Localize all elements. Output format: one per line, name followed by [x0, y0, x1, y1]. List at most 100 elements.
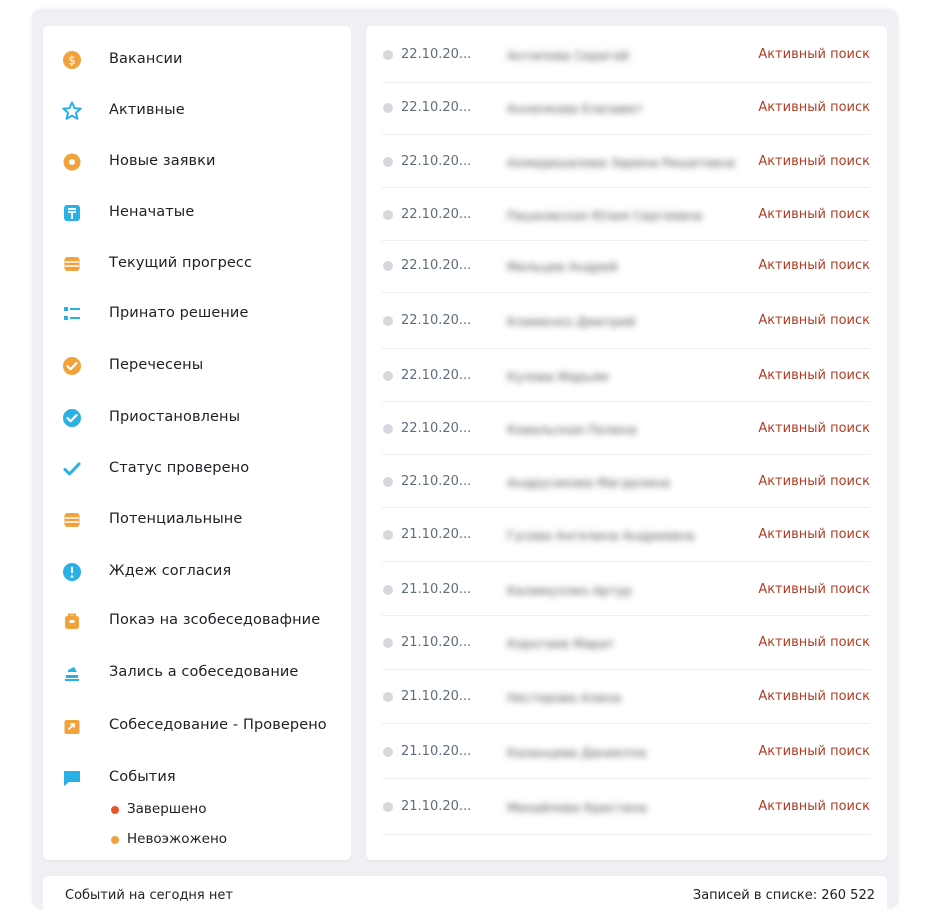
row-status: Активный поиск: [758, 100, 870, 115]
status-dot: [383, 692, 393, 702]
sidebar-subitem-impossible[interactable]: Невоэжожено: [43, 828, 351, 852]
list-item[interactable]: 21.10.20... Казанцева Даниелла Активный …: [382, 724, 870, 779]
sidebar-item-vacancies[interactable]: $ Вакансии: [43, 40, 351, 80]
status-dot: [383, 477, 393, 487]
row-date: 22.10.20...: [401, 368, 472, 383]
sidebar-item-label: Перечесены: [109, 357, 204, 373]
sidebar-item-label: События: [109, 769, 176, 785]
row-status: Активный поиск: [758, 421, 870, 436]
sidebar-item-decision-made[interactable]: Принато решение: [43, 294, 351, 334]
svg-text:$: $: [68, 54, 76, 68]
row-status: Активный поиск: [758, 258, 870, 273]
row-date: 21.10.20...: [401, 582, 472, 597]
row-status: Активный поиск: [758, 527, 870, 542]
sidebar-item-new-requests[interactable]: Новые заявки: [43, 142, 351, 182]
sidebar-item-paused[interactable]: Приостановлены: [43, 398, 351, 438]
status-dot: [111, 806, 119, 814]
check-circle-icon: [62, 356, 82, 376]
row-date: 22.10.20...: [401, 313, 472, 328]
row-status: Активный поиск: [758, 154, 870, 169]
row-status: Активный поиск: [758, 744, 870, 759]
status-dot: [383, 157, 393, 167]
sidebar-item-label: Собеседование - Проверено: [109, 717, 327, 733]
list-icon: [62, 304, 82, 324]
row-name: Андрусикова Магдалина: [507, 475, 671, 490]
row-status: Активный поиск: [758, 313, 870, 328]
checkmark-icon: [62, 459, 82, 479]
row-status: Активный поиск: [758, 799, 870, 814]
check-badge-icon: [62, 408, 82, 428]
sidebar-item-potential[interactable]: Потенциальныне: [43, 500, 351, 540]
sidebar-item-label: Потенциальныне: [109, 511, 243, 527]
status-dot: [383, 747, 393, 757]
row-date: 22.10.20...: [401, 100, 472, 115]
list-item[interactable]: 22.10.20... Кулова Марьям Активный поиск: [382, 349, 870, 402]
sidebar-item-label: Статус проверено: [109, 460, 250, 476]
sidebar-item-label: Текущий прогресс: [109, 255, 253, 271]
row-name: Анненкова Елизавет: [507, 101, 643, 116]
sidebar-item-not-started[interactable]: Неначатые: [43, 193, 351, 233]
row-date: 21.10.20...: [401, 527, 472, 542]
row-name: Ахмадишалова Зарина Ришатовна: [507, 155, 735, 170]
list-item[interactable]: 21.10.20... Гусева Ангелина Андреевна Ак…: [382, 508, 870, 562]
list-item[interactable]: 22.10.20... Ахмадишалова Зарина Ришатовн…: [382, 135, 870, 188]
row-status: Активный поиск: [758, 368, 870, 383]
coin-icon: $: [62, 50, 82, 70]
sidebar-item-interview-show[interactable]: Покаэ на зсобеседовафние: [43, 601, 351, 641]
sidebar-item-label: Ждеж согласия: [109, 563, 232, 579]
sidebar-item-active[interactable]: Активные: [43, 91, 351, 131]
row-status: Активный поиск: [758, 207, 870, 222]
status-dot: [383, 802, 393, 812]
list-item[interactable]: 22.10.20... Антипова Серигей Активный по…: [382, 29, 870, 83]
row-name: Антипова Серигей: [507, 48, 629, 63]
sidebar-item-interview-checked[interactable]: Собеседование - Проверено: [43, 706, 351, 746]
sidebar-item-status-checked[interactable]: Статус проверено: [43, 449, 351, 489]
sidebar-item-events[interactable]: События: [43, 758, 351, 798]
alert-circle-icon: [62, 562, 82, 582]
sidebar-subitem-label: Завершено: [127, 801, 207, 817]
sidebar-subitem-completed[interactable]: Завершено: [43, 798, 351, 822]
status-dot: [383, 316, 393, 326]
row-date: 21.10.20...: [401, 689, 472, 704]
sidebar-item-label: Вакансии: [109, 51, 183, 67]
status-dot: [383, 261, 393, 271]
row-date: 22.10.20...: [401, 154, 472, 169]
list-item[interactable]: 21.10.20... Калимуллин Артур Активный по…: [382, 562, 870, 616]
list-item[interactable]: 22.10.20... Клименко Дмитрий Активный по…: [382, 293, 870, 349]
chat-icon: [62, 768, 82, 788]
sidebar-item-awaiting-consent[interactable]: Ждеж согласия: [43, 552, 351, 592]
sidebar-item-label: Новые заявки: [109, 153, 216, 169]
list-item[interactable]: 22.10.20... Анненкова Елизавет Активный …: [382, 83, 870, 135]
row-date: 22.10.20...: [401, 47, 472, 62]
row-date: 22.10.20...: [401, 474, 472, 489]
row-name: Коротаев Марат: [507, 636, 615, 651]
list-item[interactable]: 22.10.20... Андрусикова Магдалина Активн…: [382, 455, 870, 508]
sidebar-subitem-label: Невоэжожено: [127, 831, 228, 847]
list-item[interactable]: 21.10.20... Коротаев Марат Активный поис…: [382, 616, 870, 670]
row-name: Клименко Дмитрий: [507, 314, 636, 329]
status-dot: [383, 585, 393, 595]
status-dot: [111, 836, 119, 844]
sidebar-item-transferred[interactable]: Перечесены: [43, 346, 351, 386]
list-item[interactable]: 22.10.20... Пашковская Юлия Сергеевна Ак…: [382, 188, 870, 241]
status-dot: [383, 371, 393, 381]
sidebar-item-current-progress[interactable]: Текущий прогресс: [43, 244, 351, 284]
list-item[interactable]: 22.10.20... Ковальская Полина Активный п…: [382, 402, 870, 455]
stack-icon: [62, 663, 82, 683]
database-icon: [62, 510, 82, 530]
row-name: Ковальская Полина: [507, 422, 637, 437]
row-name: Михайлова Кристина: [507, 800, 647, 815]
status-dot: [383, 50, 393, 60]
row-name: Кулова Марьям: [507, 369, 609, 384]
row-status: Активный поиск: [758, 47, 870, 62]
status-dot: [383, 103, 393, 113]
list-item[interactable]: 21.10.20... Нестерова Алина Активный пои…: [382, 670, 870, 724]
row-date: 22.10.20...: [401, 421, 472, 436]
row-name: Пашковская Юлия Сергеевна: [507, 208, 703, 223]
status-bar: Событий на сегодня нет Записей в списке:…: [43, 876, 887, 916]
list-item[interactable]: 22.10.20... Мальцев Андрей Активный поис…: [382, 241, 870, 293]
list-item[interactable]: 21.10.20... Михайлова Кристина Активный …: [382, 779, 870, 835]
events-today-text: Событий на сегодня нет: [65, 888, 233, 903]
row-status: Активный поиск: [758, 689, 870, 704]
sidebar-item-interview-booking[interactable]: Зались а собеседование: [43, 653, 351, 693]
